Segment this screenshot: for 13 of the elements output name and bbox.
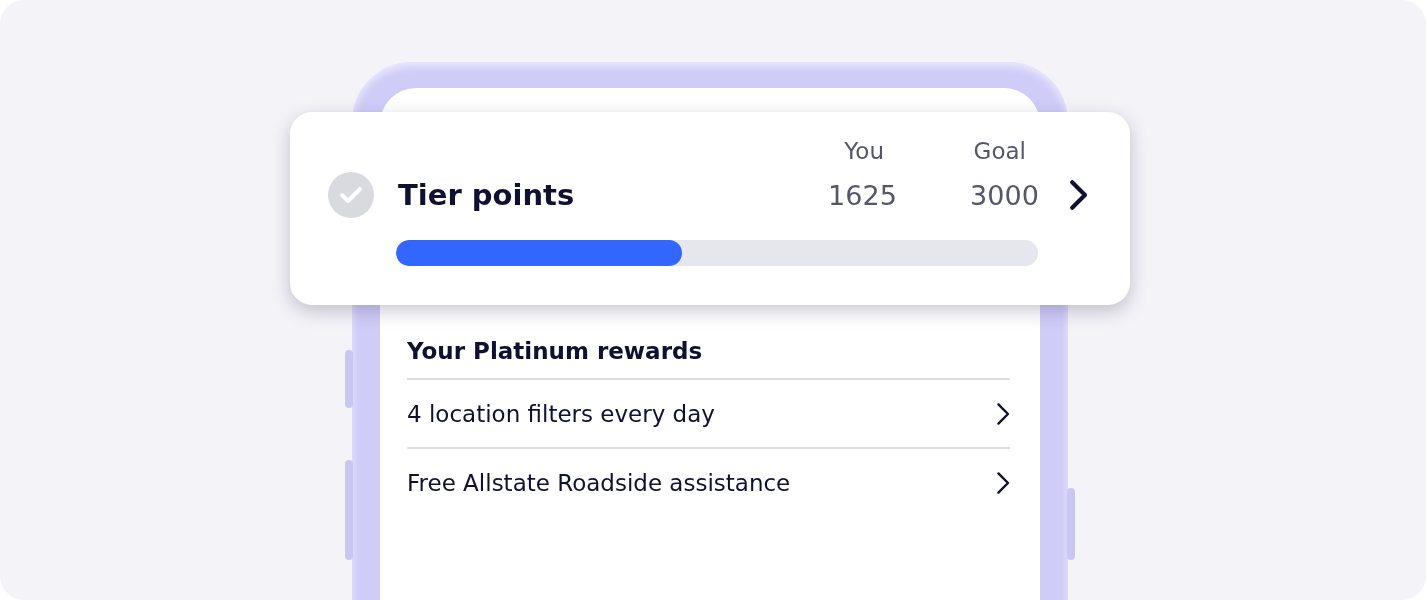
- points-value: 1625: [827, 179, 897, 211]
- tier-points-card[interactable]: You Goal Tier points 1625 3000: [290, 112, 1130, 305]
- chevron-right-icon: [995, 470, 1010, 495]
- chevron-right-icon: [995, 401, 1010, 426]
- column-header: Goal: [972, 138, 1026, 164]
- points-value: 3000: [969, 179, 1039, 211]
- rewards-title: Your Platinum rewards: [407, 338, 1010, 380]
- column-header: You: [843, 138, 884, 164]
- reward-item[interactable]: Free Allstate Roadside assistance: [407, 469, 791, 496]
- check-circle-icon: [328, 172, 374, 218]
- tier-points-title: Tier points: [398, 178, 576, 212]
- reward-item[interactable]: 4 location filters every day: [407, 400, 715, 427]
- chevron-right-icon: [1068, 179, 1088, 211]
